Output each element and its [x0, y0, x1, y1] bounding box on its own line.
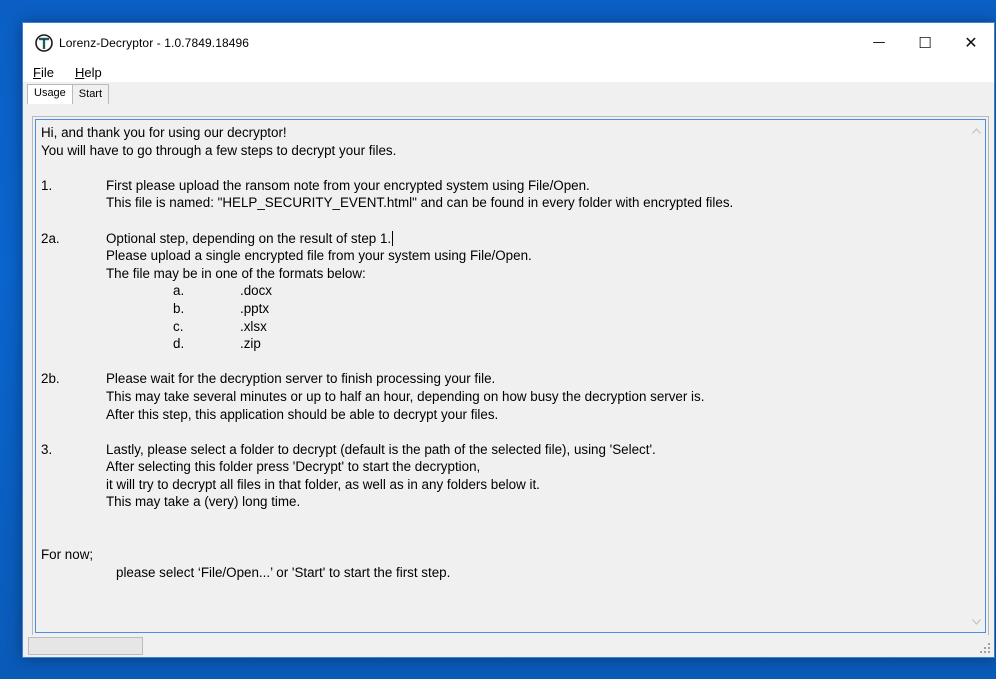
- menu-bar: File Help: [23, 62, 994, 82]
- step-1-number: 1.: [41, 177, 53, 193]
- step-2a-text-3: The file may be in one of the formats be…: [106, 265, 366, 281]
- tab-start[interactable]: Start: [71, 84, 110, 104]
- step-2b-line-3: After this step, this application should…: [41, 406, 965, 424]
- menu-help-label: elp: [84, 64, 102, 80]
- format-item: c. .xlsx: [41, 318, 965, 336]
- minimize-icon: —: [872, 35, 886, 50]
- tab-usage[interactable]: Usage: [27, 84, 73, 104]
- usage-textbox[interactable]: Hi, and thank you for using our decrypto…: [35, 119, 986, 633]
- format-item: d. .zip: [41, 335, 965, 353]
- maximize-icon: ☐: [918, 33, 932, 52]
- menu-file-accelerator: F: [33, 64, 41, 80]
- chevron-up-icon: [972, 127, 981, 134]
- step-3-line-4: This may take a (very) long time.: [41, 493, 965, 511]
- app-window: Lorenz-Decryptor - 1.0.7849.18496 — ☐ ✕ …: [22, 22, 995, 658]
- format-letter: b.: [173, 300, 185, 316]
- step-3-line-2: After selecting this folder press 'Decry…: [41, 458, 965, 476]
- step-3-line-1: 3. Lastly, please select a folder to decr…: [41, 441, 965, 459]
- step-2b-line-1: 2b. Please wait for the decryption server…: [41, 370, 965, 388]
- scroll-down-arrow[interactable]: [968, 613, 985, 630]
- step-3-line-3: it will try to decrypt all files in that…: [41, 476, 965, 494]
- format-letter: a.: [173, 283, 185, 299]
- menu-help[interactable]: Help: [73, 65, 104, 80]
- step-1-line-1: 1. First please upload the ransom note fr…: [41, 177, 965, 195]
- format-letter: c.: [173, 318, 184, 334]
- text-cursor: [392, 230, 394, 246]
- step-2a-line-1: 2a. Optional step, depending on the resul…: [41, 230, 965, 248]
- step-3-text-3: it will try to decrypt all files in that…: [106, 476, 540, 492]
- step-3-text-4: This may take a (very) long time.: [106, 494, 301, 510]
- step-2a-line-2: Please upload a single encrypted file fr…: [41, 247, 965, 265]
- menu-file-label: ile: [40, 64, 54, 80]
- step-1-text-1: First please upload the ransom note from…: [106, 177, 590, 193]
- format-ext: .zip: [240, 336, 261, 352]
- format-item: a. .docx: [41, 282, 965, 300]
- scroll-up-arrow[interactable]: [968, 122, 985, 139]
- chevron-down-icon: [972, 618, 981, 625]
- for-now-text-2: please select ‘File/Open...’ or 'Start' …: [116, 564, 451, 580]
- app-logo-icon: [35, 33, 53, 52]
- step-2a-text-1: Optional step, depending on the result o…: [106, 230, 392, 246]
- resize-grip-icon[interactable]: [979, 642, 991, 654]
- minimize-button[interactable]: —: [856, 23, 902, 62]
- status-progress-panel: [28, 637, 143, 655]
- window-controls: — ☐ ✕: [856, 23, 994, 62]
- for-now-line-2: please select ‘File/Open...’ or 'Start' …: [41, 564, 965, 582]
- status-bar: [23, 635, 994, 657]
- close-button[interactable]: ✕: [948, 23, 994, 62]
- tab-strip: Usage Start: [23, 82, 994, 104]
- step-2b-number: 2b.: [41, 371, 60, 387]
- maximize-button[interactable]: ☐: [902, 23, 948, 62]
- step-2b-text-3: After this step, this application should…: [106, 406, 499, 422]
- intro-line-1: Hi, and thank you for using our decrypto…: [41, 125, 287, 140]
- format-ext: .xlsx: [240, 318, 267, 334]
- vertical-scrollbar[interactable]: [968, 120, 985, 632]
- step-2b-text-1: Please wait for the decryption server to…: [106, 371, 496, 387]
- step-2a-number: 2a.: [41, 230, 60, 246]
- format-item: b. .pptx: [41, 300, 965, 318]
- format-letter: d.: [173, 336, 185, 352]
- intro-line-2: You will have to go through a few steps …: [41, 142, 397, 158]
- step-2a-line-3: The file may be in one of the formats be…: [41, 265, 965, 283]
- tab-page-usage: Hi, and thank you for using our decrypto…: [32, 116, 989, 636]
- close-icon: ✕: [964, 33, 978, 52]
- menu-file[interactable]: File: [31, 65, 56, 80]
- format-ext: .pptx: [240, 300, 270, 316]
- format-ext: .docx: [240, 283, 273, 299]
- step-1-text-2: This file is named: "HELP_SECURITY_EVENT…: [106, 195, 734, 211]
- step-3-text-1: Lastly, please select a folder to decryp…: [106, 441, 656, 457]
- step-1-line-2: This file is named: "HELP_SECURITY_EVENT…: [41, 194, 965, 212]
- menu-help-accelerator: H: [74, 64, 85, 80]
- step-2b-text-2: This may take several minutes or up to h…: [106, 388, 705, 404]
- step-2a-text-2: Please upload a single encrypted file fr…: [106, 248, 532, 264]
- step-3-number: 3.: [41, 441, 53, 457]
- step-2b-line-2: This may take several minutes or up to h…: [41, 388, 965, 406]
- step-3-text-2: After selecting this folder press 'Decry…: [106, 459, 481, 475]
- for-now-line-1: For now;: [41, 547, 94, 563]
- usage-text: Hi, and thank you for using our decrypto…: [41, 124, 965, 581]
- title-bar[interactable]: Lorenz-Decryptor - 1.0.7849.18496 — ☐ ✕: [23, 23, 994, 62]
- window-title: Lorenz-Decryptor - 1.0.7849.18496: [59, 35, 250, 50]
